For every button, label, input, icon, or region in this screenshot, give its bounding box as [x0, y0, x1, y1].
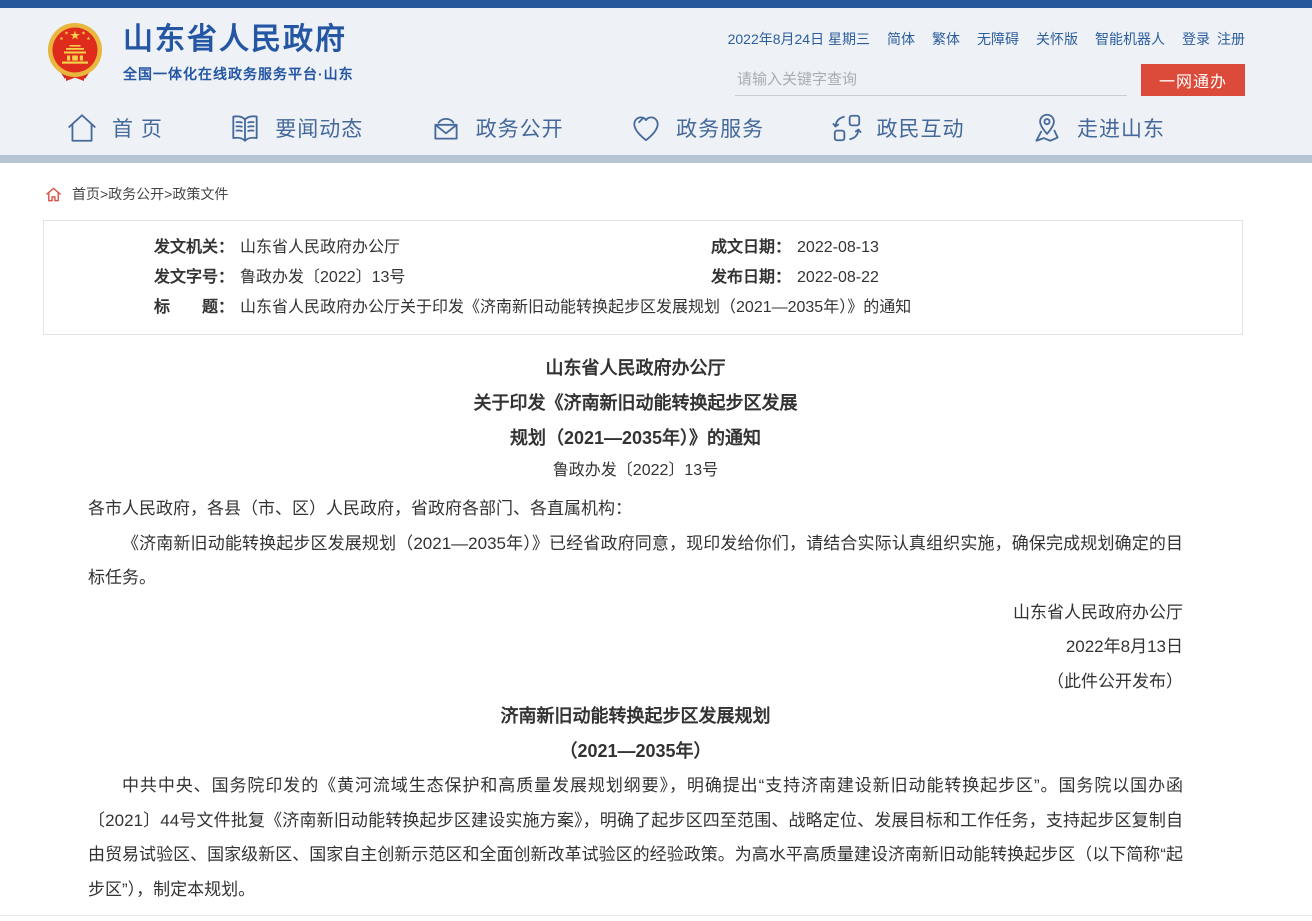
- plan-title: 济南新旧动能转换起步区发展规划 （2021—2035年）: [88, 699, 1183, 769]
- current-date: 2022年8月24日 星期三: [728, 29, 870, 49]
- nav-divider-band: [0, 155, 1312, 163]
- national-emblem-icon: [45, 21, 105, 83]
- one-stop-service-button[interactable]: 一网通办: [1141, 64, 1245, 96]
- signature-block: 山东省人民政府办公厅 2022年8月13日 （此件公开发布）: [88, 596, 1183, 700]
- paragraph-1: 《济南新旧动能转换起步区发展规划（2021—2035年）》已经省政府同意，现印发…: [88, 527, 1183, 596]
- document-body: 山东省人民政府办公厅 关于印发《济南新旧动能转换起步区发展 规划（2021—20…: [88, 351, 1183, 907]
- heart-icon: [629, 111, 663, 145]
- document-number: 鲁政办发〔2022〕13号: [88, 456, 1183, 486]
- site-title: 山东省人民政府: [123, 23, 354, 57]
- plan-title-line2: （2021—2035年）: [88, 734, 1183, 769]
- site-subtitle: 全国一体化在线政务服务平台·山东: [123, 64, 354, 84]
- link-register[interactable]: 注册: [1217, 29, 1245, 49]
- nav-item-news[interactable]: 要闻动态: [228, 111, 363, 145]
- map-pin-icon: [1030, 111, 1064, 145]
- bottom-divider: [0, 915, 1312, 916]
- meta-written-date-value: 2022-08-13: [797, 233, 879, 263]
- meta-publish-date-value: 2022-08-22: [797, 263, 879, 293]
- breadcrumb: 首页>政务公开>政策文件: [45, 185, 1312, 203]
- meta-number-value: 鲁政办发〔2022〕13号: [240, 263, 405, 293]
- interaction-arrows-icon: [830, 111, 864, 145]
- meta-publish-date-label: 发布日期：: [711, 263, 791, 293]
- document-title-line2: 关于印发《济南新旧动能转换起步区发展: [88, 386, 1183, 421]
- link-traditional[interactable]: 繁体: [932, 29, 960, 49]
- link-simplified[interactable]: 简体: [887, 29, 915, 49]
- nav-item-gov-services[interactable]: 政务服务: [629, 111, 764, 145]
- signature-date: 2022年8月13日: [88, 630, 1183, 665]
- top-utility-links: 2022年8月24日 星期三 简体 繁体 无障碍 关怀版 智能机器人 登录 注册: [728, 29, 1245, 49]
- nav-item-interaction[interactable]: 政民互动: [830, 111, 965, 145]
- link-smart-robot[interactable]: 智能机器人: [1095, 29, 1165, 49]
- paragraph-2: 中共中央、国务院印发的《黄河流域生态保护和高质量发展规划纲要》，明确提出“支持济…: [88, 769, 1183, 907]
- site-logo[interactable]: 山东省人民政府 全国一体化在线政务服务平台·山东: [45, 8, 354, 100]
- site-header: 山东省人民政府 全国一体化在线政务服务平台·山东 2022年8月24日 星期三 …: [0, 8, 1312, 100]
- publish-note: （此件公开发布）: [88, 665, 1183, 700]
- link-accessibility[interactable]: 无障碍: [977, 29, 1019, 49]
- nav-item-home[interactable]: 首 页: [65, 111, 163, 145]
- document-title-line1: 山东省人民政府办公厅: [88, 351, 1183, 386]
- document-meta-box: 发文机关： 山东省人民政府办公厅 成文日期： 2022-08-13 发文字号： …: [43, 220, 1243, 335]
- link-care-version[interactable]: 关怀版: [1036, 29, 1078, 49]
- meta-written-date-label: 成文日期：: [711, 233, 791, 263]
- meta-agency-value: 山东省人民政府办公厅: [240, 233, 400, 263]
- page-content: 首页>政务公开>政策文件 发文机关： 山东省人民政府办公厅 成文日期： 2022…: [0, 185, 1312, 916]
- main-navigation: 首 页 要闻动态 政务公开 政务服务: [0, 100, 1312, 155]
- nav-item-gov-info[interactable]: 政务公开: [429, 111, 564, 145]
- search-input[interactable]: [735, 64, 1127, 96]
- meta-title-label: 标 题：: [154, 293, 234, 323]
- news-book-icon: [228, 111, 262, 145]
- signature-agency: 山东省人民政府办公厅: [88, 596, 1183, 631]
- meta-title-value: 山东省人民政府办公厅关于印发《济南新旧动能转换起步区发展规划（2021—2035…: [240, 293, 911, 323]
- document-title-line3: 规划（2021—2035年）》的通知: [88, 421, 1183, 456]
- breadcrumb-home-icon[interactable]: [45, 186, 62, 203]
- nav-item-discover-shandong[interactable]: 走进山东: [1030, 111, 1165, 145]
- document-title: 山东省人民政府办公厅 关于印发《济南新旧动能转换起步区发展 规划（2021—20…: [88, 351, 1183, 456]
- home-icon: [65, 111, 99, 145]
- link-login[interactable]: 登录: [1182, 29, 1210, 49]
- breadcrumb-path[interactable]: 首页>政务公开>政策文件: [72, 184, 228, 204]
- meta-agency-label: 发文机关：: [154, 233, 234, 263]
- salutation: 各市人民政府，各县（市、区）人民政府，省政府各部门、各直属机构：: [88, 492, 1183, 527]
- meta-number-label: 发文字号：: [154, 263, 234, 293]
- top-accent-bar: [0, 0, 1312, 8]
- plan-title-line1: 济南新旧动能转换起步区发展规划: [88, 699, 1183, 734]
- mail-open-icon: [429, 111, 463, 145]
